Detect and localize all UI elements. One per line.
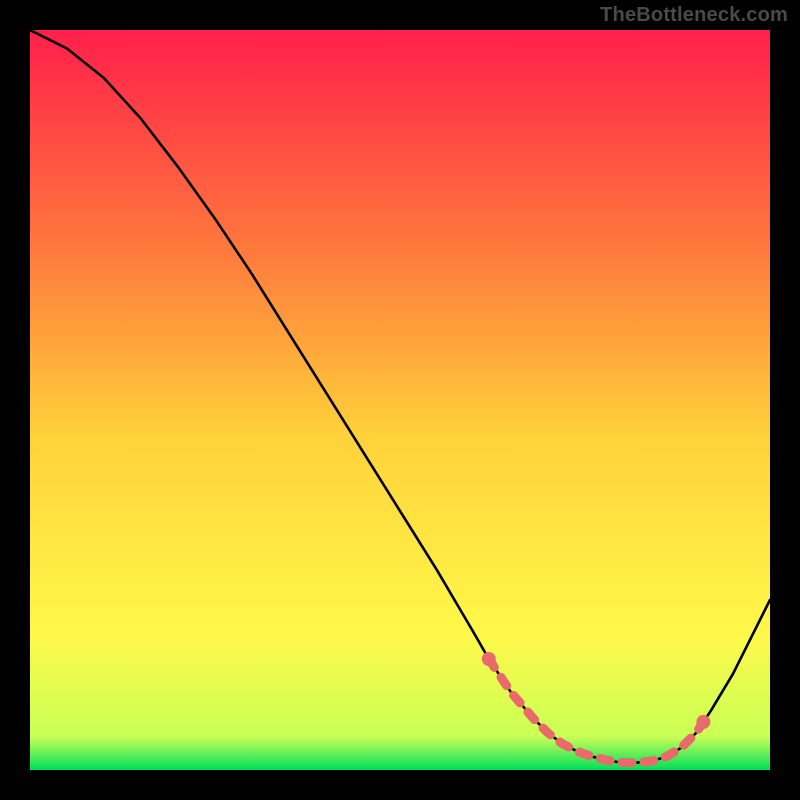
gradient-background	[30, 30, 770, 770]
highlighted-range-start-dot	[482, 652, 496, 666]
chart-frame: TheBottleneck.com	[0, 0, 800, 800]
watermark-text: TheBottleneck.com	[600, 4, 788, 27]
chart-svg	[30, 30, 770, 770]
plot-area	[30, 30, 770, 770]
highlighted-range-end-dot	[696, 715, 710, 729]
